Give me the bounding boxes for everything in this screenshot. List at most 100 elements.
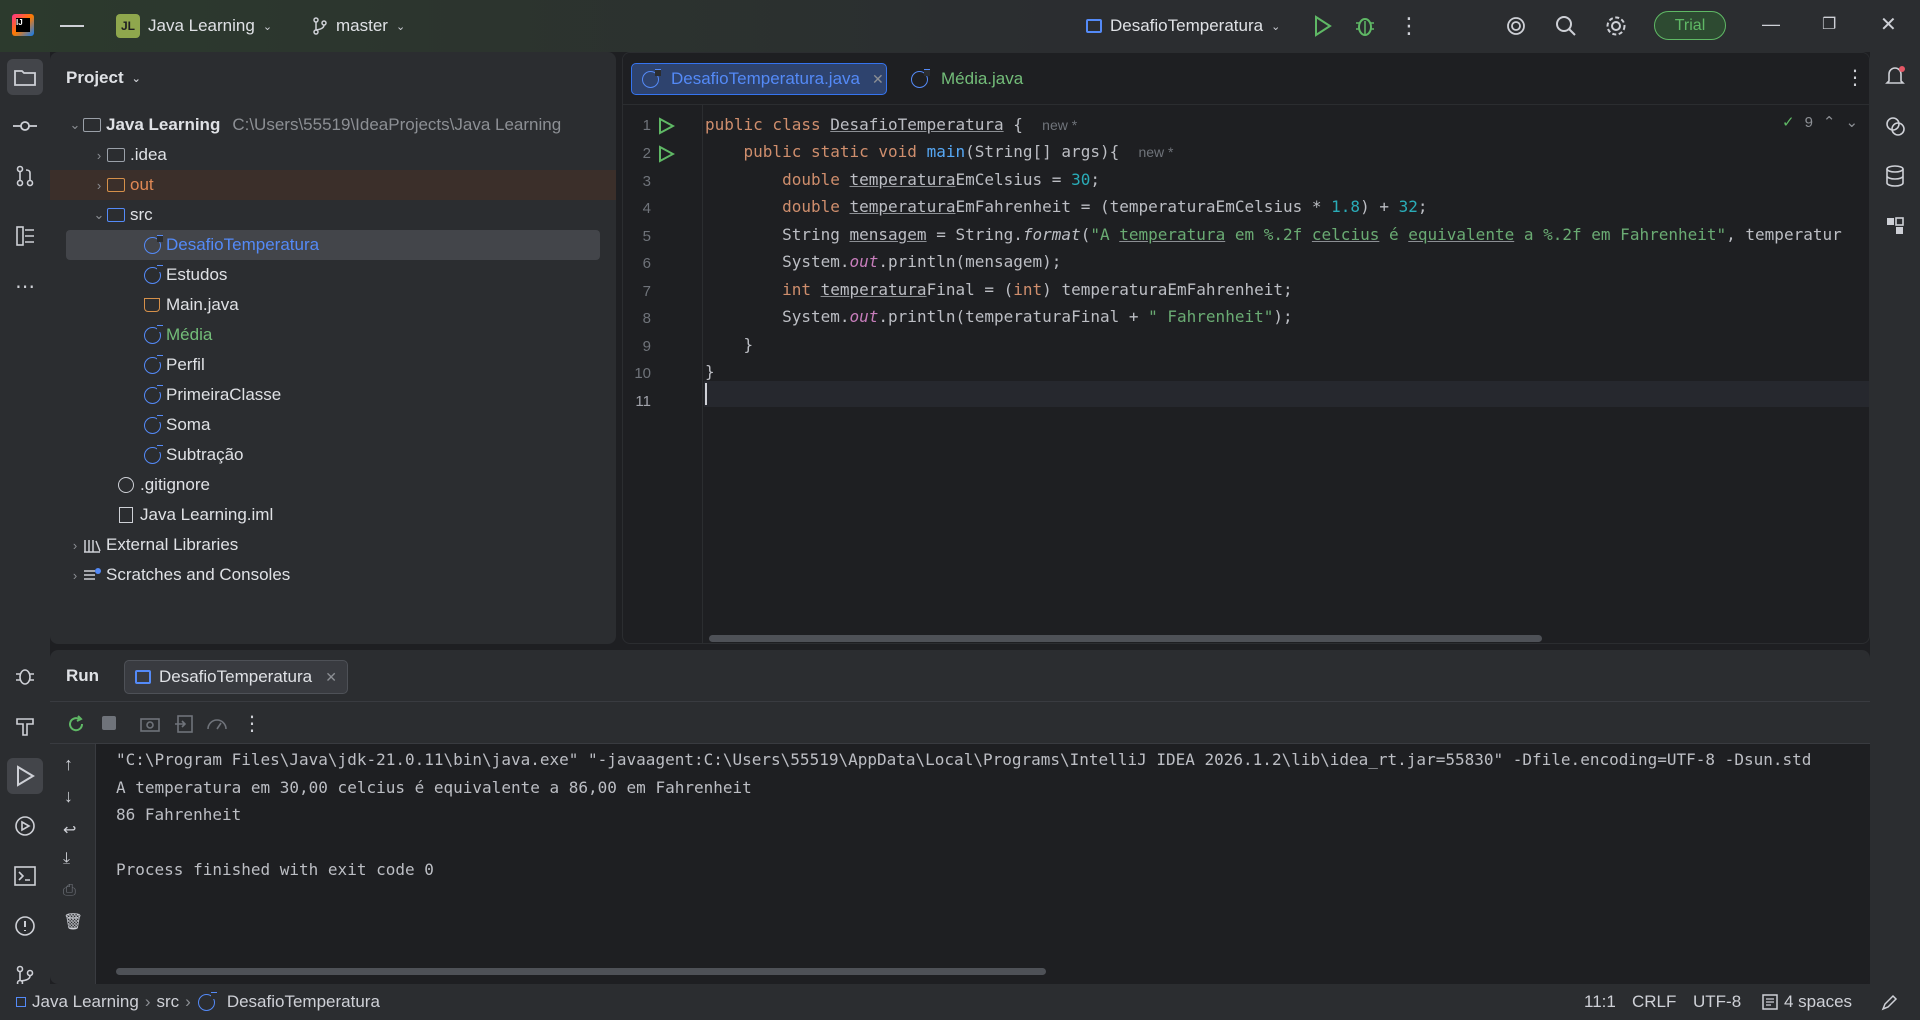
tree-node-desafiotemperatura[interactable]: DesafioTemperatura bbox=[66, 230, 600, 260]
exit-icon[interactable] bbox=[174, 715, 194, 733]
ai-chat-icon[interactable] bbox=[1877, 108, 1913, 144]
tree-label: Estudos bbox=[166, 265, 228, 284]
console-horizontal-scrollbar[interactable] bbox=[116, 968, 1046, 975]
chevron-right-icon[interactable]: › bbox=[68, 538, 82, 553]
services-tool-icon[interactable] bbox=[7, 808, 43, 844]
problems-tool-icon[interactable] bbox=[7, 908, 43, 944]
run-configuration-selector[interactable]: DesafioTemperatura ⌄ bbox=[1086, 13, 1280, 39]
minimize-icon[interactable]: — bbox=[1762, 14, 1780, 35]
close-icon[interactable]: ✕ bbox=[1880, 12, 1897, 37]
tab-options-icon[interactable]: ⋮ bbox=[1845, 65, 1865, 90]
tree-node-project-root[interactable]: ⌄ Java Learning C:\Users\55519\IdeaProje… bbox=[50, 110, 616, 140]
close-tab-icon[interactable]: ✕ bbox=[325, 669, 337, 686]
tree-node-estudos[interactable]: Estudos bbox=[50, 260, 616, 290]
tree-node-perfil[interactable]: Perfil bbox=[50, 350, 616, 380]
breadcrumb-src[interactable]: src bbox=[156, 992, 179, 1012]
tab-media-java[interactable]: Média.java bbox=[899, 63, 1033, 95]
debug-tool-icon[interactable] bbox=[7, 658, 43, 694]
breadcrumb-class[interactable]: DesafioTemperatura bbox=[227, 992, 380, 1012]
run-tab-desafiotemperatura[interactable]: DesafioTemperatura ✕ bbox=[124, 660, 348, 694]
more-tools-icon[interactable]: ⋯ bbox=[7, 268, 43, 304]
coverage-icon[interactable] bbox=[206, 715, 228, 733]
tree-node-primeiraclasse[interactable]: PrimeiraClasse bbox=[50, 380, 616, 410]
tree-node-gitignore[interactable]: .gitignore bbox=[50, 470, 616, 500]
trial-badge[interactable]: Trial bbox=[1654, 11, 1726, 40]
terminal-tool-icon[interactable] bbox=[7, 858, 43, 894]
chevron-right-icon[interactable]: › bbox=[68, 568, 82, 583]
notifications-bell-icon[interactable] bbox=[1877, 58, 1913, 94]
vcs-branch-widget[interactable]: master ⌄ bbox=[312, 13, 405, 39]
read-only-toggle-icon[interactable] bbox=[1880, 994, 1898, 1012]
project-panel-title: Project bbox=[66, 68, 124, 87]
settings-gear-icon[interactable] bbox=[1605, 15, 1627, 37]
project-tool-icon[interactable] bbox=[7, 59, 43, 95]
run-gutter-icon[interactable] bbox=[657, 117, 675, 135]
commit-tool-icon[interactable] bbox=[7, 108, 43, 144]
database-icon[interactable] bbox=[1877, 158, 1913, 194]
restore-icon[interactable]: ❐ bbox=[1822, 14, 1836, 34]
checkmark-icon: ✓ bbox=[1782, 114, 1795, 131]
tree-node-external-libraries[interactable]: › External Libraries bbox=[50, 530, 616, 560]
search-icon[interactable] bbox=[1555, 15, 1577, 37]
structure-tool-icon[interactable] bbox=[7, 218, 43, 254]
file-encoding[interactable]: UTF-8 bbox=[1693, 992, 1741, 1012]
chevron-up-icon[interactable]: ⌃ bbox=[1823, 113, 1836, 131]
tree-node-media[interactable]: Média bbox=[50, 320, 616, 350]
tree-node-main-java[interactable]: Main.java bbox=[50, 290, 616, 320]
tree-node-iml[interactable]: Java Learning.iml bbox=[50, 500, 616, 530]
stop-icon[interactable] bbox=[102, 716, 116, 730]
build-tool-icon[interactable] bbox=[7, 708, 43, 744]
breadcrumb-project[interactable]: Java Learning bbox=[32, 992, 139, 1012]
line-number: 4 bbox=[642, 200, 651, 217]
tab-desafiotemperatura-java[interactable]: DesafioTemperatura.java ✕ bbox=[631, 63, 887, 95]
run-gutter-icon[interactable] bbox=[657, 145, 675, 163]
tree-label: DesafioTemperatura bbox=[166, 235, 320, 254]
horizontal-scrollbar[interactable] bbox=[709, 635, 1542, 642]
tree-node-out[interactable]: › out bbox=[50, 170, 616, 200]
more-options-icon[interactable]: ⋮ bbox=[242, 711, 262, 736]
tree-node-soma[interactable]: Soma bbox=[50, 410, 616, 440]
screenshot-icon[interactable] bbox=[140, 715, 160, 733]
close-tab-icon[interactable]: ✕ bbox=[872, 71, 884, 88]
tree-node-idea[interactable]: › .idea bbox=[50, 140, 616, 170]
pull-requests-icon[interactable] bbox=[7, 158, 43, 194]
chevron-down-icon[interactable]: ⌄ bbox=[68, 117, 82, 133]
chevron-right-icon[interactable]: › bbox=[92, 178, 106, 193]
arrow-up-icon[interactable]: ↑ bbox=[64, 754, 73, 775]
print-icon[interactable]: ⎙ bbox=[63, 882, 76, 900]
tree-label: Java Learning bbox=[106, 115, 221, 134]
run-tool-icon[interactable] bbox=[7, 758, 43, 794]
intellij-logo-icon[interactable]: IJ bbox=[12, 14, 34, 36]
chevron-down-icon[interactable]: ⌄ bbox=[1846, 113, 1859, 131]
tree-node-scratches[interactable]: › Scratches and Consoles bbox=[50, 560, 616, 590]
main-menu-icon[interactable] bbox=[60, 14, 84, 38]
chevron-down-icon[interactable]: ⌄ bbox=[92, 207, 106, 223]
plugin-icon[interactable] bbox=[1877, 208, 1913, 244]
arrow-down-icon[interactable]: ↓ bbox=[64, 786, 73, 807]
rerun-icon[interactable] bbox=[66, 714, 86, 734]
scroll-to-end-icon[interactable]: ⤓ bbox=[63, 850, 70, 868]
inspection-widget[interactable]: ✓ 9 ⌃ ⌄ bbox=[1782, 113, 1859, 132]
tree-node-subtracao[interactable]: Subtração bbox=[50, 440, 616, 470]
ai-assistant-icon[interactable] bbox=[1505, 15, 1527, 37]
indent-widget[interactable]: 4 spaces bbox=[1762, 992, 1852, 1012]
trash-icon[interactable]: 🗑 bbox=[63, 912, 83, 932]
more-actions-icon[interactable]: ⋮ bbox=[1398, 13, 1420, 39]
run-icon[interactable] bbox=[1312, 15, 1332, 37]
java-class-icon bbox=[142, 264, 163, 284]
soft-wrap-icon[interactable]: ↩ bbox=[63, 820, 76, 840]
chevron-right-icon[interactable]: › bbox=[92, 148, 106, 163]
left-tool-strip: ⋯ bbox=[0, 52, 50, 987]
project-switcher[interactable]: JL Java Learning ⌄ bbox=[116, 13, 272, 39]
module-icon bbox=[16, 997, 26, 1007]
tree-node-src[interactable]: ⌄ src bbox=[50, 200, 616, 230]
debug-icon[interactable] bbox=[1354, 15, 1376, 37]
code-line: } bbox=[705, 362, 715, 381]
java-class-icon bbox=[142, 444, 163, 464]
line-separator[interactable]: CRLF bbox=[1632, 992, 1676, 1012]
text-caret bbox=[705, 383, 707, 405]
run-config-name: DesafioTemperatura bbox=[1110, 16, 1264, 35]
caret-position[interactable]: 11:1 bbox=[1584, 992, 1616, 1012]
tree-label: .gitignore bbox=[140, 475, 210, 494]
project-panel-header[interactable]: Project ⌄ bbox=[66, 68, 141, 88]
